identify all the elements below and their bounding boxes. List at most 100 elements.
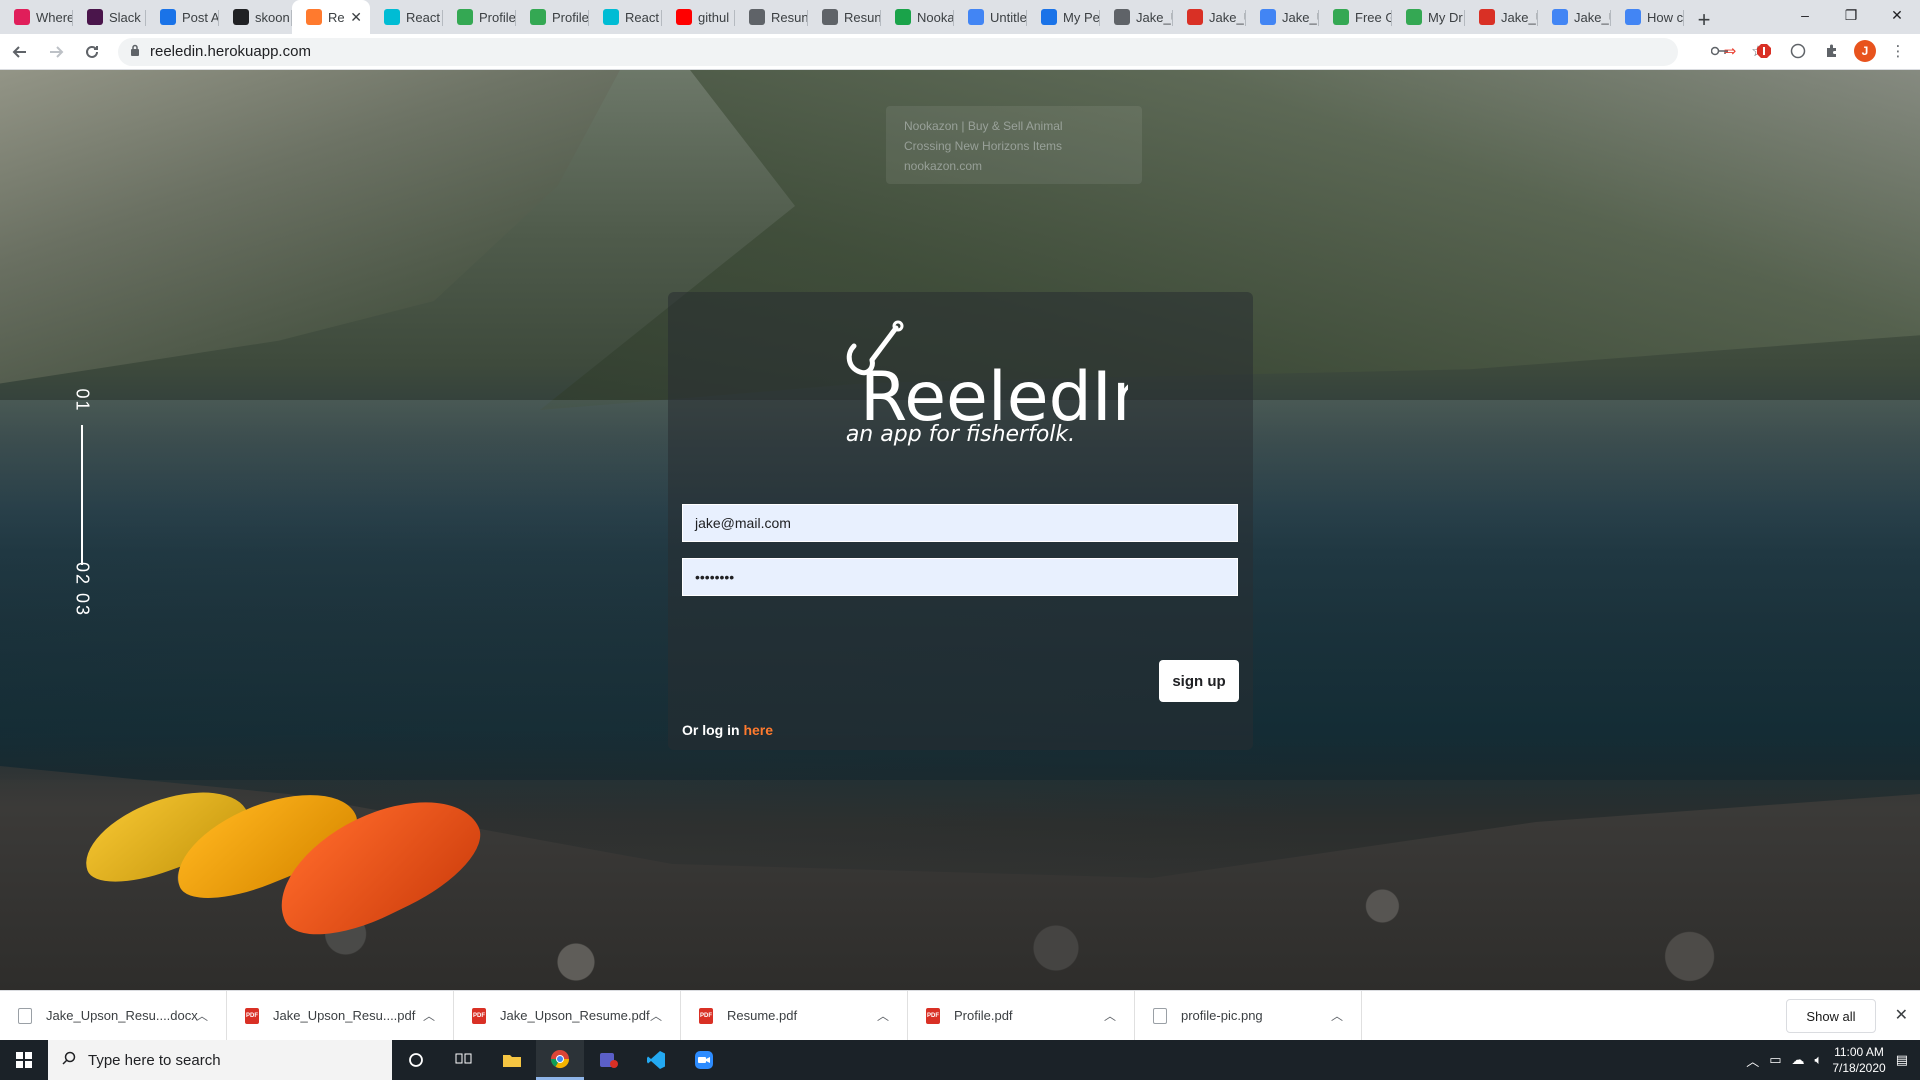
forward-button[interactable]	[40, 36, 72, 68]
cortana-icon[interactable]	[392, 1040, 440, 1080]
password-field[interactable]: ••••••••	[682, 558, 1238, 596]
browser-toolbar: reeledin.herokuapp.com ☆ ⇒ J ⋮	[0, 34, 1920, 70]
profile-avatar[interactable]: J	[1854, 40, 1876, 62]
menu-kebab-icon[interactable]: ⋮	[1886, 38, 1910, 64]
reload-button[interactable]	[76, 36, 108, 68]
browser-tab[interactable]: Resun	[735, 0, 808, 34]
taskbar-clock[interactable]: 11:00 AM 7/18/2020	[1832, 1044, 1885, 1076]
close-window-button[interactable]: ✕	[1874, 0, 1920, 30]
zoom-icon[interactable]	[680, 1040, 728, 1080]
show-all-downloads-button[interactable]: Show all	[1786, 999, 1876, 1033]
sign-up-button[interactable]: sign up	[1159, 660, 1239, 702]
tab-favicon-icon	[676, 9, 692, 25]
new-tab-button[interactable]: +	[1690, 6, 1718, 34]
download-filename: Profile.pdf	[954, 1008, 1013, 1023]
browser-tab[interactable]: Jake_U	[1100, 0, 1173, 34]
download-item[interactable]: PDF Jake_Upson_Resu....pdf ︿	[227, 990, 454, 1041]
minimize-button[interactable]: –	[1782, 0, 1828, 30]
restore-button[interactable]: ❐	[1828, 0, 1874, 30]
chevron-up-icon[interactable]: ︿	[877, 1007, 889, 1024]
browser-tab[interactable]: Profile	[516, 0, 589, 34]
email-field-value: jake@mail.com	[695, 515, 791, 531]
download-item[interactable]: PDF Jake_Upson_Resume.pdf ︿	[454, 990, 681, 1041]
chevron-up-icon[interactable]: ︿	[196, 1007, 208, 1024]
onedrive-cloud-icon[interactable]: ☁	[1792, 1052, 1805, 1068]
browser-tab-strip: Where Slack | Post A skoon Re ✕ React Profile Pr…	[0, 0, 1920, 34]
email-field[interactable]: jake@mail.com	[682, 504, 1238, 542]
tab-title: Post A	[182, 9, 218, 25]
windows-start-button[interactable]	[0, 1040, 48, 1080]
back-button[interactable]	[4, 36, 36, 68]
slide-indicator: 01 02 03	[60, 388, 104, 617]
browser-tab[interactable]: skoon	[219, 0, 292, 34]
tab-title: Resun	[844, 9, 880, 25]
tab-active[interactable]: Re ✕	[292, 0, 370, 34]
address-bar[interactable]: reeledin.herokuapp.com	[118, 37, 1678, 66]
tab-favicon-icon	[1333, 9, 1349, 25]
tab-favicon-icon	[160, 9, 176, 25]
windows-logo-icon	[16, 1052, 32, 1068]
network-icon[interactable]: ▭	[1769, 1052, 1781, 1068]
browser-tab[interactable]: Where	[0, 0, 73, 34]
browser-tab[interactable]: My Pe	[1027, 0, 1100, 34]
browser-tab[interactable]: Jake_U	[1538, 0, 1611, 34]
browser-tab[interactable]: React	[370, 0, 443, 34]
login-here-link[interactable]: here	[743, 722, 773, 738]
browser-tab[interactable]: Profile	[443, 0, 516, 34]
browser-tab[interactable]: Jake_U	[1246, 0, 1319, 34]
browser-tab[interactable]: Jake_U	[1173, 0, 1246, 34]
login-prompt-text: Or log in	[682, 722, 744, 738]
pdf-file-icon: PDF	[926, 1007, 940, 1024]
browser-tab[interactable]: How c	[1611, 0, 1684, 34]
notifications-icon[interactable]: ▤	[1896, 1052, 1908, 1068]
download-item[interactable]: PDF Resume.pdf ︿	[681, 990, 908, 1041]
tab-favicon-icon	[1406, 9, 1422, 25]
adblock-icon[interactable]	[1752, 38, 1776, 64]
page-viewport: 01 02 03 Nookazon | Buy & Sell Animal Cr…	[0, 70, 1920, 990]
tooltip-title-line2: Crossing New Horizons Items	[904, 139, 1063, 153]
browser-tab[interactable]: Free G	[1319, 0, 1392, 34]
password-field-value: ••••••••	[695, 569, 735, 585]
browser-tab[interactable]: Slack |	[73, 0, 146, 34]
browser-tab[interactable]: Resun	[808, 0, 881, 34]
download-item[interactable]: PDF Profile.pdf ︿	[908, 990, 1135, 1041]
taskbar-search-box[interactable]: Type here to search	[48, 1040, 392, 1080]
extension-share-icon[interactable]: ⇒	[1718, 38, 1742, 64]
tab-favicon-icon	[1625, 9, 1641, 25]
chevron-up-icon[interactable]: ︿	[423, 1007, 435, 1024]
vscode-icon[interactable]	[632, 1040, 680, 1080]
close-download-shelf-icon[interactable]: ✕	[1895, 1005, 1908, 1025]
tab-title: Nooka	[917, 9, 953, 25]
browser-tab[interactable]: Untitle	[954, 0, 1027, 34]
file-explorer-icon[interactable]	[488, 1040, 536, 1080]
tab-title: Jake_U	[1282, 9, 1318, 25]
tab-close-icon[interactable]: ✕	[350, 9, 362, 26]
login-prompt: Or log in here	[682, 722, 773, 738]
chevron-up-icon[interactable]: ︿	[650, 1007, 662, 1024]
tab-title: React	[406, 9, 440, 25]
browser-tab[interactable]: githul	[662, 0, 735, 34]
browser-tab[interactable]: React	[589, 0, 662, 34]
teams-icon[interactable]	[584, 1040, 632, 1080]
lock-icon	[130, 44, 140, 59]
background-mountain-left	[0, 70, 620, 384]
chevron-up-icon[interactable]: ︿	[1331, 1007, 1343, 1024]
browser-tab[interactable]: Jake_U	[1465, 0, 1538, 34]
tab-favicon-icon	[457, 9, 473, 25]
browser-tab[interactable]: Post A	[146, 0, 219, 34]
tab-title: githul	[698, 9, 730, 25]
chevron-up-icon[interactable]: ︿	[1104, 1007, 1116, 1024]
browser-tab[interactable]: My Dr	[1392, 0, 1465, 34]
extensions-puzzle-icon[interactable]	[1820, 38, 1844, 64]
download-item[interactable]: profile-pic.png ︿	[1135, 990, 1362, 1041]
tab-favicon-icon	[749, 9, 765, 25]
download-filename: Resume.pdf	[727, 1008, 798, 1023]
volume-icon[interactable]: 🔈︎	[1815, 1052, 1823, 1068]
browser-tab[interactable]: Nooka	[881, 0, 954, 34]
extension-circle-icon[interactable]	[1786, 38, 1810, 64]
tray-chevron-up-icon[interactable]: ︿	[1746, 1051, 1759, 1070]
task-view-icon[interactable]	[440, 1040, 488, 1080]
chrome-taskbar-icon[interactable]	[536, 1040, 584, 1080]
tab-title: Jake_U	[1209, 9, 1245, 25]
download-item[interactable]: Jake_Upson_Resu....docx ︿	[0, 990, 227, 1041]
